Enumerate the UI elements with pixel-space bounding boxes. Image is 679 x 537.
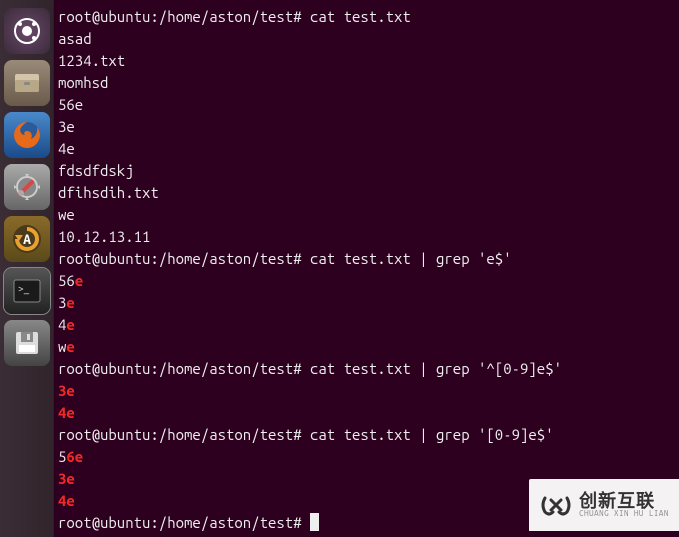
grep-match: e [66, 294, 74, 311]
updater-icon: A [11, 223, 43, 255]
prompt: root@ubuntu:/home/aston/test# [58, 426, 302, 443]
launcher-firefox[interactable] [4, 112, 50, 158]
terminal-output: root@ubuntu:/home/aston/test# cat test.t… [58, 6, 675, 534]
terminal-window[interactable]: root@ubuntu:/home/aston/test# cat test.t… [54, 0, 679, 537]
grep-match: 4e [58, 404, 75, 421]
watermark-en: CHUANG XIN HU LIAN [579, 510, 669, 518]
svg-text:A: A [23, 231, 31, 247]
launcher-settings[interactable] [4, 164, 50, 210]
prompt: root@ubuntu:/home/aston/test# [58, 8, 302, 25]
prompt: root@ubuntu:/home/aston/test# [58, 360, 302, 377]
files-icon [12, 70, 42, 96]
grep-match: 3e [58, 470, 75, 487]
firefox-icon [11, 119, 43, 151]
grep-match: 3e [58, 382, 75, 399]
launcher-terminal[interactable]: >_ [4, 268, 50, 314]
settings-icon [12, 172, 42, 202]
grep-match: e [75, 272, 83, 289]
terminal-icon: >_ [12, 278, 42, 304]
cursor [310, 513, 319, 531]
launcher-updater[interactable]: A [4, 216, 50, 262]
unity-launcher: A >_ [0, 0, 54, 537]
watermark-cn: 创新互联 [579, 492, 669, 510]
grep-match: 6e [66, 448, 83, 465]
launcher-files[interactable] [4, 60, 50, 106]
disk-icon [13, 329, 41, 357]
prompt: root@ubuntu:/home/aston/test# [58, 250, 302, 267]
svg-text:>_: >_ [18, 283, 30, 294]
launcher-disk[interactable] [4, 320, 50, 366]
watermark-logo-icon [539, 488, 573, 522]
watermark: 创新互联 CHUANG XIN HU LIAN [529, 479, 679, 531]
grep-match: e [66, 316, 74, 333]
dash-icon [12, 16, 42, 46]
prompt: root@ubuntu:/home/aston/test# [58, 514, 302, 531]
grep-match: e [66, 338, 74, 355]
grep-match: 4e [58, 492, 75, 509]
launcher-dash[interactable] [4, 8, 50, 54]
